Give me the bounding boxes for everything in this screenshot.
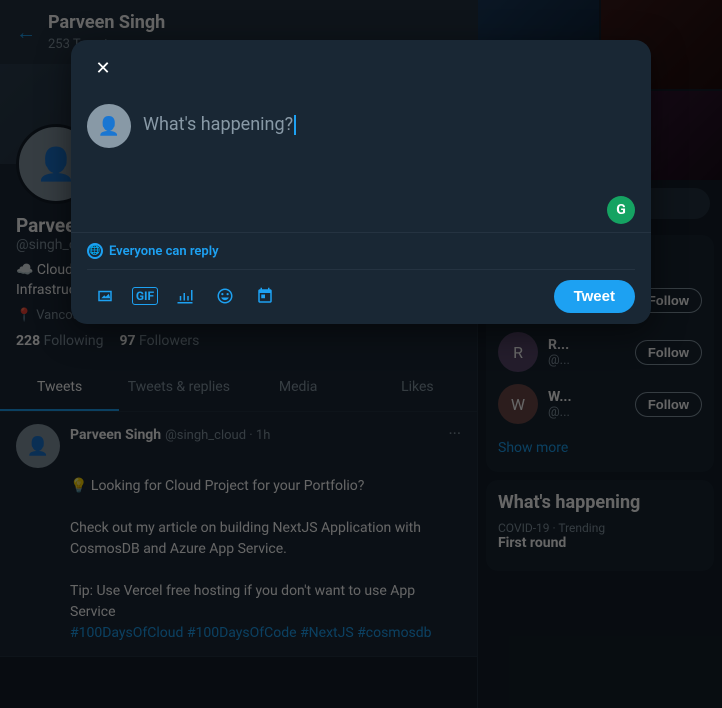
image-tool[interactable] [87,278,123,314]
close-button[interactable]: ✕ [87,52,119,84]
gif-tool[interactable]: GIF [127,278,163,314]
poll-tool[interactable] [167,278,203,314]
grammarly-icon: G [607,196,635,224]
tweet-button[interactable]: Tweet [554,280,635,313]
compose-placeholder: What's happening? [143,104,635,145]
compose-body: 👤 What's happening? G [71,96,651,232]
reply-setting[interactable]: 🌐 Everyone can reply [87,243,635,270]
emoji-tool[interactable] [207,278,243,314]
compose-footer: 🌐 Everyone can reply GIF [71,232,651,324]
compose-modal: ✕ 👤 What's happening? G 🌐 Everyone can r… [71,40,651,324]
compose-modal-header: ✕ [71,40,651,96]
compose-input-area[interactable]: What's happening? G [143,104,635,224]
text-cursor [294,115,296,135]
compose-avatar: 👤 [87,104,131,148]
modal-overlay[interactable]: ✕ 👤 What's happening? G 🌐 Everyone can r… [0,0,722,708]
globe-icon: 🌐 [87,243,103,259]
schedule-tool[interactable] [247,278,283,314]
compose-actions: GIF Tweet [87,278,635,314]
placeholder-text: What's happening? [143,114,293,135]
compose-tools: GIF [87,278,283,314]
reply-setting-text: Everyone can reply [109,244,219,259]
